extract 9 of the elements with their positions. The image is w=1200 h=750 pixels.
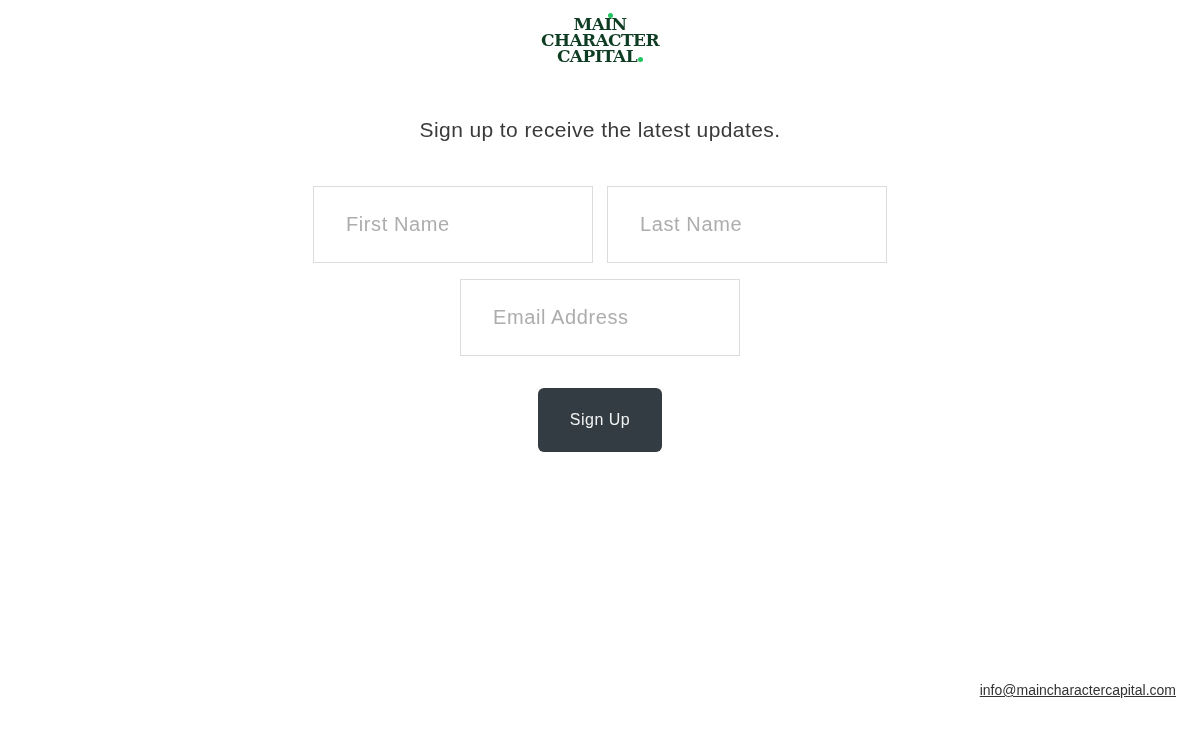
input-field[interactable]: Email Address	[460, 279, 740, 356]
input-field[interactable]: First Name	[313, 186, 593, 263]
logo-dot-icon	[638, 57, 644, 62]
sign-up-button[interactable]: Sign Up	[538, 388, 662, 452]
email-link[interactable]: info@maincharactercapital.com	[979, 682, 1176, 698]
input-field[interactable]: Last Name	[607, 186, 887, 263]
logo: MAIN CHARACTER CAPITAL	[541, 14, 659, 64]
signup-heading: Sign up to receive the latest updates.	[419, 117, 781, 143]
logo-dot-icon	[608, 13, 613, 18]
